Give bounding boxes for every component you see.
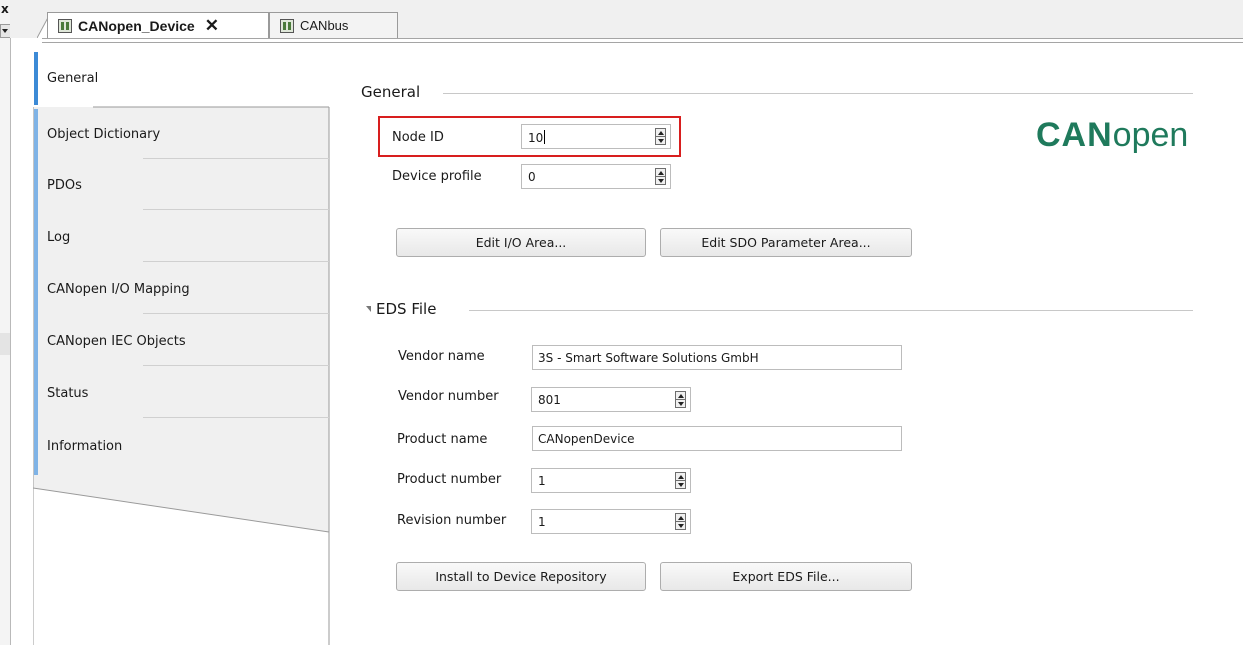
device-icon: [58, 18, 72, 33]
editor-tab-bar: CANopen_Device ✕ CANbus: [10, 0, 1243, 43]
spinner-arrows-icon[interactable]: [675, 472, 686, 489]
tab-label: CANbus: [300, 18, 349, 33]
sidebar-item-canopen-iec-objects[interactable]: CANopen IEC Objects: [47, 334, 186, 349]
tab-canopen-device[interactable]: CANopen_Device ✕: [47, 12, 269, 38]
device-profile-label: Device profile: [392, 169, 482, 184]
sidebar-item-pdos[interactable]: PDOs: [47, 178, 82, 193]
spinner-arrows-icon[interactable]: [655, 168, 666, 185]
sidebar-separator: [143, 209, 329, 210]
revision-number-spinner[interactable]: 1: [531, 509, 691, 534]
product-name-label: Product name: [397, 432, 488, 447]
section-divider: [469, 310, 1193, 311]
edit-io-area-button[interactable]: Edit I/O Area...: [396, 228, 646, 257]
revision-number-value: 1: [538, 515, 546, 529]
product-name-field[interactable]: CANopenDevice: [532, 426, 902, 451]
collapse-triangle-icon[interactable]: [366, 306, 371, 312]
sidebar-item-object-dictionary[interactable]: Object Dictionary: [47, 127, 160, 142]
sidebar-separator: [143, 158, 329, 159]
sidebar-item-canopen-io-mapping[interactable]: CANopen I/O Mapping: [47, 282, 190, 297]
section-title-general: General: [361, 83, 421, 101]
canopen-logo: CANopen: [1036, 116, 1189, 154]
side-navigation: General Object Dictionary PDOs Log CANop…: [33, 50, 331, 645]
section-divider: [443, 93, 1193, 94]
vendor-number-spinner[interactable]: 801: [531, 387, 691, 412]
node-id-highlight: [378, 116, 681, 157]
device-profile-spinner[interactable]: 0: [521, 164, 671, 189]
close-tab-icon[interactable]: ✕: [205, 17, 219, 34]
edit-sdo-parameter-area-button[interactable]: Edit SDO Parameter Area...: [660, 228, 912, 257]
tab-canbus[interactable]: CANbus: [269, 12, 398, 38]
install-to-device-repository-button[interactable]: Install to Device Repository: [396, 562, 646, 591]
device-profile-value: 0: [528, 170, 536, 184]
vendor-name-label: Vendor name: [398, 349, 485, 364]
section-title-eds-file: EDS File: [376, 300, 437, 318]
sidebar-item-log[interactable]: Log: [47, 230, 70, 245]
vendor-number-label: Vendor number: [398, 389, 499, 404]
sidebar-separator: [143, 365, 329, 366]
close-icon[interactable]: x: [1, 2, 9, 16]
product-number-label: Product number: [397, 472, 502, 487]
left-panel-edge: x: [0, 0, 11, 645]
product-number-spinner[interactable]: 1: [531, 468, 691, 493]
device-icon: [280, 18, 294, 33]
vendor-number-value: 801: [538, 393, 561, 407]
revision-number-label: Revision number: [397, 513, 507, 528]
export-eds-file-button[interactable]: Export EDS File...: [660, 562, 912, 591]
selected-row-stub: [0, 333, 10, 355]
sidebar-item-information[interactable]: Information: [47, 439, 122, 454]
sidebar-item-status[interactable]: Status: [47, 386, 88, 401]
tab-underline: [42, 38, 1243, 43]
vendor-name-field[interactable]: 3S - Smart Software Solutions GmbH: [532, 345, 902, 370]
product-number-value: 1: [538, 474, 546, 488]
spinner-arrows-icon[interactable]: [675, 513, 686, 530]
sidebar-separator: [143, 417, 329, 418]
spinner-arrows-icon[interactable]: [675, 391, 686, 408]
tab-label: CANopen_Device: [78, 17, 195, 34]
sidebar-separator: [143, 313, 329, 314]
sidebar-separator: [143, 261, 329, 262]
sidebar-item-general[interactable]: General: [47, 71, 98, 86]
